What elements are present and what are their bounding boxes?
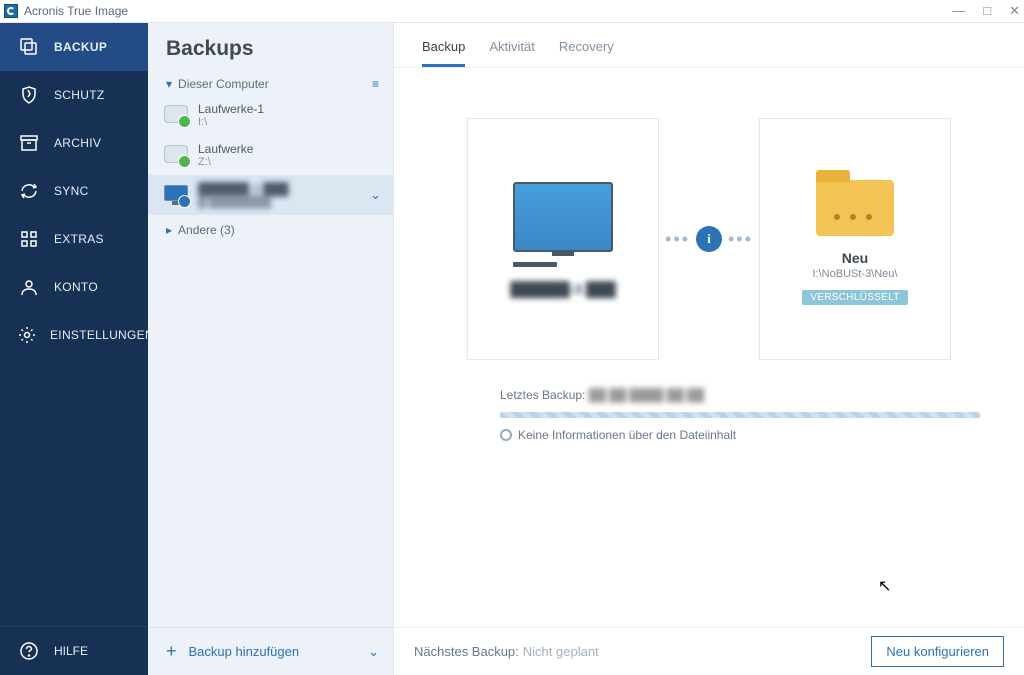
title-bar: Acronis True Image — □ ✕ (0, 0, 1024, 23)
minimize-button[interactable]: — (952, 3, 965, 19)
next-backup-value: Nicht geplant (523, 644, 599, 659)
maximize-button[interactable]: □ (983, 3, 991, 19)
add-backup-button[interactable]: + Backup hinzufügen ⌄ (148, 627, 393, 675)
monitor-icon (164, 185, 188, 205)
backup-icon (18, 36, 40, 58)
backup-item-sub: I:\ (198, 116, 264, 128)
chevron-down-icon: ▾ (166, 77, 172, 91)
destination-card[interactable]: Neu I:\NoBUSt-3\Neu\ VERSCHLÜSSELT (759, 118, 951, 360)
chevron-down-icon[interactable]: ⌄ (368, 644, 379, 660)
plus-icon: + (166, 641, 177, 662)
backup-group-header[interactable]: ▾ Dieser Computer ≡ (148, 71, 393, 95)
sidebar-item-label: EINSTELLUNGEN (50, 328, 154, 342)
tab-backup[interactable]: Backup (422, 39, 465, 67)
tabs: Backup Aktivität Recovery (394, 23, 1024, 68)
tab-recovery[interactable]: Recovery (559, 39, 614, 67)
menu-icon[interactable]: ≡ (372, 77, 379, 91)
backup-item-name: Laufwerke-1 (198, 102, 264, 116)
destination-path: I:\NoBUSt-3\Neu\ (813, 268, 898, 280)
folder-icon (816, 180, 894, 236)
sidebar-item-sync[interactable]: SYNC (0, 167, 148, 215)
last-backup-value: ██.██.████ ██:██ (589, 388, 704, 402)
sync-icon (18, 180, 40, 202)
tab-aktivitaet[interactable]: Aktivität (489, 39, 535, 67)
sidebar-item-label: SYNC (54, 184, 89, 198)
backup-group-label: Andere (3) (178, 223, 235, 237)
sidebar-item-label: SCHUTZ (54, 88, 104, 102)
footer: Nächstes Backup: Nicht geplant Neu konfi… (394, 627, 1024, 675)
source-card[interactable]: ██████-3 ███ (467, 118, 659, 360)
sidebar-item-hilfe[interactable]: HILFE (0, 626, 148, 675)
info-icon[interactable]: i (696, 226, 722, 252)
sidebar: BACKUP SCHUTZ ARCHIV SYNC (0, 23, 148, 675)
disk-icon (164, 105, 188, 125)
monitor-icon (513, 182, 613, 267)
backup-item-sub: █\████████ (198, 196, 289, 208)
backup-item-laufwerke[interactable]: Laufwerke Z:\ (148, 135, 393, 175)
sidebar-item-schutz[interactable]: SCHUTZ (0, 71, 148, 119)
bullet-icon (500, 429, 512, 441)
sidebar-item-einstellungen[interactable]: EINSTELLUNGEN (0, 311, 148, 359)
app-title: Acronis True Image (24, 4, 128, 18)
close-button[interactable]: ✕ (1009, 3, 1020, 19)
app-icon (4, 4, 18, 18)
sidebar-item-backup[interactable]: BACKUP (0, 23, 148, 71)
sidebar-item-label: EXTRAS (54, 232, 104, 246)
backup-group-andere[interactable]: ▸ Andere (3) (148, 215, 393, 245)
backup-item-laufwerke-1[interactable]: Laufwerke-1 I:\ (148, 95, 393, 135)
main-panel: Backup Aktivität Recovery ██████-3 ███ •… (394, 23, 1024, 675)
shield-icon (18, 84, 40, 106)
archive-icon (18, 132, 40, 154)
backup-item-sub: Z:\ (198, 156, 253, 168)
backup-item-name: Laufwerke (198, 142, 253, 156)
backup-group-label: Dieser Computer (178, 77, 269, 91)
help-icon (18, 642, 40, 660)
account-icon (18, 276, 40, 298)
sidebar-help-label: HILFE (54, 644, 88, 658)
progress-bar (500, 412, 980, 418)
backups-panel: Backups ▾ Dieser Computer ≡ Laufwerke-1 … (148, 23, 394, 675)
backups-title: Backups (148, 23, 393, 71)
backup-item-name: ██████-3 ███ (198, 182, 289, 196)
grid-icon (18, 228, 40, 250)
sidebar-item-archiv[interactable]: ARCHIV (0, 119, 148, 167)
configure-button[interactable]: Neu konfigurieren (871, 636, 1004, 667)
gear-icon (18, 324, 36, 346)
dots-icon: ••• (665, 229, 690, 250)
connection-indicator: ••• i ••• (659, 226, 759, 252)
noinfo-text: Keine Informationen über den Dateiinhalt (518, 428, 736, 442)
sidebar-item-konto[interactable]: KONTO (0, 263, 148, 311)
sidebar-item-extras[interactable]: EXTRAS (0, 215, 148, 263)
sidebar-item-label: BACKUP (54, 40, 107, 54)
destination-name: Neu (842, 250, 868, 266)
disk-icon (164, 145, 188, 165)
dots-icon: ••• (728, 229, 753, 250)
encrypted-badge: VERSCHLÜSSELT (802, 290, 907, 305)
sidebar-item-label: ARCHIV (54, 136, 101, 150)
source-name: ██████-3 ███ (510, 281, 616, 297)
last-backup-label: Letztes Backup: (500, 388, 585, 402)
next-backup-label: Nächstes Backup: (414, 644, 519, 659)
backup-item-selected[interactable]: ██████-3 ███ █\████████ ⌄ (148, 175, 393, 215)
add-backup-label: Backup hinzufügen (189, 644, 300, 659)
chevron-right-icon: ▸ (166, 223, 172, 237)
chevron-down-icon[interactable]: ⌄ (370, 187, 381, 203)
sidebar-item-label: KONTO (54, 280, 98, 294)
